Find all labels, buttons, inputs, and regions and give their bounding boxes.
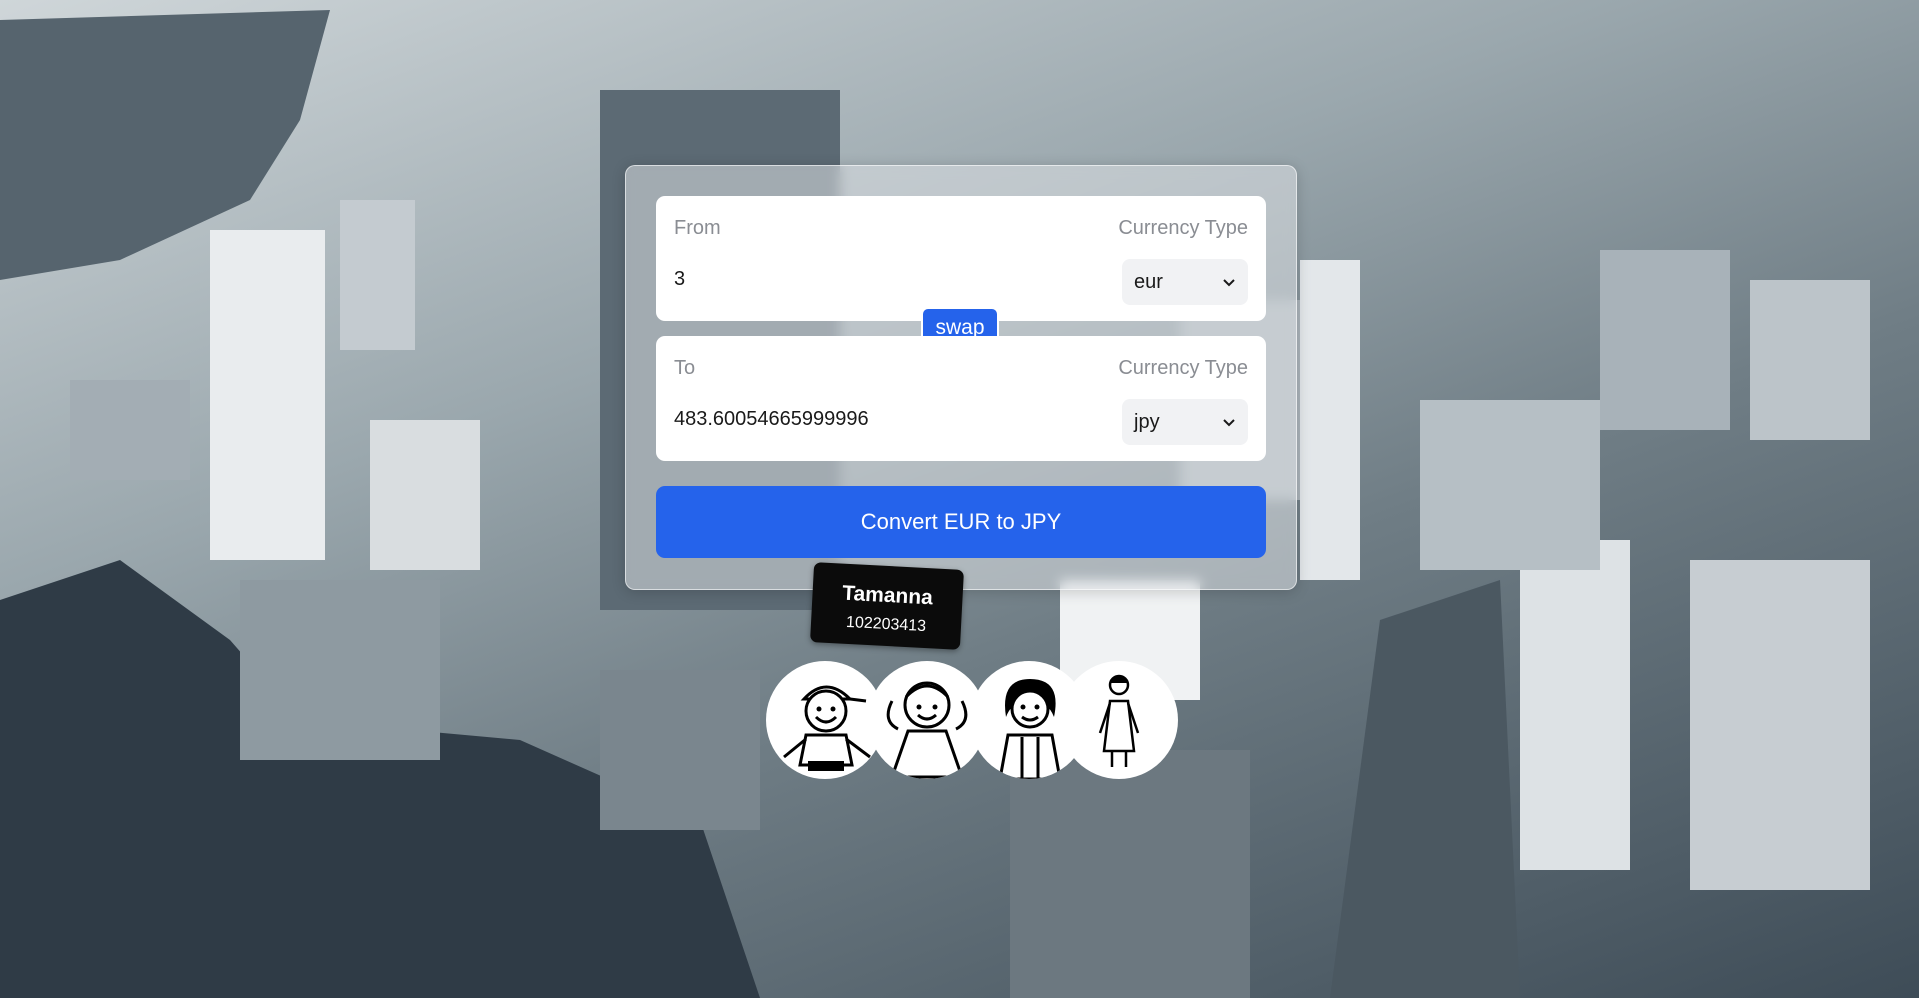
chevron-down-icon	[1223, 419, 1235, 427]
to-currency-type-label: Currency Type	[1118, 357, 1248, 379]
converter-card: From Currency Type eur swap To Currency …	[625, 165, 1297, 590]
from-amount-input[interactable]	[674, 258, 1094, 301]
to-amount-input[interactable]	[674, 398, 1094, 441]
convert-button[interactable]: Convert EUR to JPY	[656, 486, 1266, 558]
boy-cap-avatar-icon[interactable]	[766, 661, 884, 779]
tooltip-id: 102203413	[845, 613, 927, 636]
from-currency-select[interactable]: eur	[1122, 259, 1248, 305]
to-currency-value: jpy	[1134, 410, 1160, 433]
from-currency-value: eur	[1134, 270, 1163, 293]
contributor-tooltip: Tamanna 102203413	[810, 562, 964, 650]
to-label: To	[674, 357, 696, 379]
woman-standing-avatar-icon[interactable]	[1060, 661, 1178, 779]
from-currency-type-label: Currency Type	[1118, 217, 1248, 239]
from-field-box: From Currency Type eur	[656, 196, 1266, 321]
from-label: From	[674, 217, 721, 239]
tooltip-name: Tamanna	[841, 581, 934, 610]
chevron-down-icon	[1223, 279, 1235, 287]
girl-pigtails-avatar-icon[interactable]	[868, 661, 986, 779]
to-field-box: To Currency Type jpy	[656, 336, 1266, 461]
to-currency-select[interactable]: jpy	[1122, 399, 1248, 445]
